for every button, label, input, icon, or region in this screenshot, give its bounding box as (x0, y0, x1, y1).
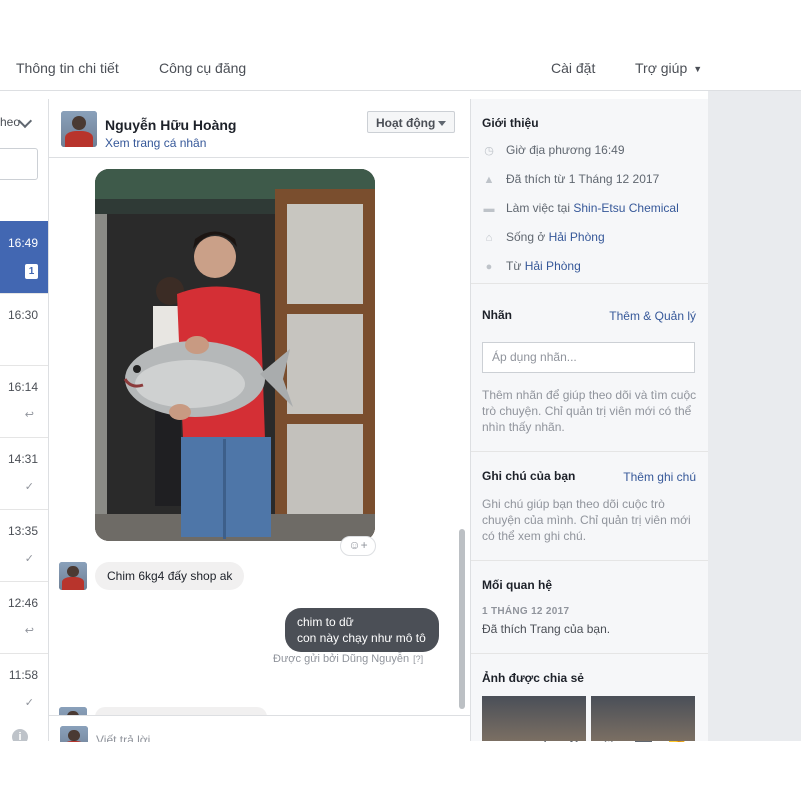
sent-by-help-link[interactable]: [?] (413, 654, 423, 664)
shared-photo-thumbnail[interactable] (591, 696, 695, 741)
thread-time: 16:14 (7, 380, 38, 394)
briefcase-icon: ▬ (483, 203, 495, 215)
sent-by-note: Được gửi bởi Dũng Nguyễn [?] (273, 653, 423, 665)
location-pin-icon: ● (485, 261, 493, 273)
thread-row[interactable]: 13:35 ✓ (0, 509, 48, 581)
shared-photo-thumbnail[interactable] (482, 696, 586, 741)
check-icon: ✓ (24, 697, 34, 709)
thread-list: heo 16:49 1 16:30 16:14 ↩ 14:31 ✓ 13:35 … (0, 99, 49, 741)
status-label: Hoạt động (376, 116, 436, 130)
relationship-title: Mối quan hệ (482, 578, 552, 592)
thread-time: 13:35 (7, 524, 38, 538)
incoming-message: Chim 6kg4 đấy shop ak (95, 562, 245, 590)
home-icon: ⌂ (485, 232, 493, 244)
thread-row[interactable]: 16:30 (0, 293, 48, 365)
from-prefix: Từ (506, 259, 522, 273)
relationship-date: 1 THÁNG 12 2017 (482, 606, 570, 617)
chevron-down-icon (17, 113, 33, 129)
contact-avatar[interactable] (61, 111, 97, 147)
shared-photos-title: Ảnh được chia sẻ (482, 671, 584, 685)
reply-icon: ↩ (24, 409, 34, 421)
react-emoji-button[interactable]: ☺+ (340, 536, 376, 556)
top-nav: Thông tin chi tiết Công cụ đăng Cài đặt … (0, 0, 801, 91)
nav-help-label: Trợ giúp (635, 60, 688, 76)
manage-labels-link[interactable]: Thêm & Quản lý (609, 309, 696, 323)
relationship-text: Đã thích Trang của bạn. (482, 622, 611, 636)
thread-time: 16:30 (7, 308, 38, 322)
label-input[interactable]: Áp dụng nhãn... (482, 342, 695, 373)
notes-help-text: Ghi chú giúp bạn theo dõi cuộc trò chuyệ… (482, 497, 691, 543)
shared-photo[interactable] (95, 169, 375, 541)
thread-time: 11:58 (8, 668, 38, 682)
local-time-row: ◷ Giờ địa phương 16:49 (482, 143, 625, 157)
thumbs-up-icon: ▲ (483, 174, 495, 186)
thread-time: 14:31 (7, 452, 38, 466)
local-time-text: Giờ địa phương 16:49 (506, 143, 625, 157)
from-row: ● Từ Hải Phòng (482, 259, 581, 273)
thread-row[interactable]: 11:58 ✓ (0, 653, 48, 725)
work-prefix: Làm việc tại (506, 201, 571, 215)
thread-row[interactable]: 12:46 ↩ (0, 581, 48, 653)
labels-help-text: Thêm nhãn để giúp theo dõi và tìm cuộc t… (482, 388, 697, 434)
thread-row[interactable]: 16:14 ↩ (0, 365, 48, 437)
thread-time: 16:49 (7, 236, 38, 250)
from-place-link[interactable]: Hải Phòng (525, 259, 581, 273)
clock-icon: ◷ (484, 145, 494, 157)
thread-row[interactable]: 14:31 ✓ (0, 437, 48, 509)
work-row: ▬ Làm việc tại Shin-Etsu Chemical (482, 201, 679, 215)
page-background (708, 91, 801, 741)
view-profile-link[interactable]: Xem trang cá nhân (105, 136, 206, 150)
nav-settings-tab[interactable]: Cài đặt (551, 60, 595, 76)
unread-badge: 1 (25, 264, 38, 279)
status-dropdown[interactable]: Hoạt động (367, 111, 455, 133)
reply-input[interactable]: Viết trả lời... (96, 733, 160, 742)
lives-place-link[interactable]: Hải Phòng (549, 230, 605, 244)
liked-row: ▲ Đã thích từ 1 Tháng 12 2017 (482, 172, 660, 186)
notes-title: Ghi chú của bạn (482, 469, 576, 483)
nav-help-menu[interactable]: Trợ giúp ▼ (635, 60, 702, 76)
thread-filter-label: heo (0, 115, 21, 129)
outgoing-message-line: chim to dữ (297, 615, 354, 629)
info-icon[interactable]: i (12, 729, 28, 741)
nav-publishing-tools-tab[interactable]: Công cụ đăng (159, 60, 246, 76)
conversation-scrollbar[interactable] (459, 529, 465, 709)
liked-text: Đã thích từ 1 Tháng 12 2017 (506, 172, 660, 186)
conversation-panel: Nguyễn Hữu Hoàng Xem trang cá nhân Hoạt … (49, 99, 469, 741)
page-avatar (60, 726, 88, 742)
caret-down-icon: ▼ (693, 64, 703, 74)
sender-avatar[interactable] (59, 562, 87, 590)
thread-search-input[interactable] (0, 148, 38, 180)
thread-filter-dropdown[interactable]: heo (0, 113, 33, 129)
outgoing-message: chim to dữ con này chạy như mô tô (285, 608, 439, 652)
intro-section: Giới thiệu ◷ Giờ địa phương 16:49 ▲ Đã thí… (471, 99, 708, 284)
intro-title: Giới thiệu (482, 116, 539, 130)
info-panel: Giới thiệu ◷ Giờ địa phương 16:49 ▲ Đã thí… (470, 99, 708, 741)
caret-down-icon (438, 121, 446, 126)
sent-by-text: Được gửi bởi Dũng Nguyễn (273, 653, 410, 665)
nav-details-tab[interactable]: Thông tin chi tiết (16, 60, 119, 76)
add-note-link[interactable]: Thêm ghi chú (623, 470, 696, 484)
reply-icon: ↩ (24, 625, 34, 637)
labels-title: Nhãn (482, 308, 512, 322)
conversation-header: Nguyễn Hữu Hoàng Xem trang cá nhân Hoạt … (49, 99, 469, 158)
contact-name[interactable]: Nguyễn Hữu Hoàng (105, 117, 236, 133)
lives-prefix: Sống ở (506, 230, 546, 244)
check-icon: ✓ (24, 553, 34, 565)
thread-time: 12:46 (7, 596, 38, 610)
thread-row[interactable]: 16:49 1 (0, 221, 48, 293)
check-icon: ✓ (24, 481, 34, 493)
outgoing-message-line: con này chạy như mô tô (297, 631, 426, 645)
work-place-link[interactable]: Shin-Etsu Chemical (573, 201, 678, 215)
lives-row: ⌂ Sống ở Hải Phòng (482, 230, 605, 244)
